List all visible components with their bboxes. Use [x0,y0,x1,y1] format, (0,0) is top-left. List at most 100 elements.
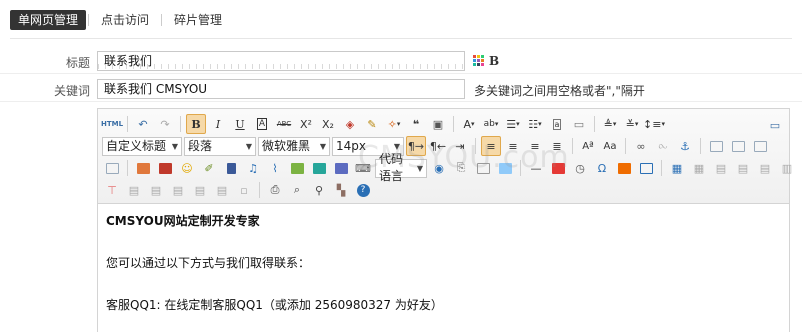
undo-icon[interactable]: ↶ [133,114,153,134]
split-cols-icon[interactable]: ▤ [212,180,232,200]
scrawl-icon[interactable]: ✐ [199,158,219,178]
gmap-icon[interactable] [309,158,329,178]
align-center-icon[interactable]: ≡ [503,136,523,156]
insert-table-icon[interactable]: ▦ [667,158,687,178]
background-color-icon[interactable]: ab ▾ [481,114,501,134]
simple-upload-icon[interactable] [133,158,153,178]
rtl-direction-icon[interactable]: ¶← [428,136,448,156]
template-icon[interactable] [473,158,493,178]
underline-button[interactable]: U [230,114,250,134]
pagebreak-icon[interactable]: ⎘ [451,158,471,178]
custom-title-select[interactable]: 自定义标题 ▼ [102,136,182,156]
superscript-icon[interactable]: X² [296,114,316,134]
font-color-icon[interactable]: A ▾ [459,114,479,134]
search-replace-icon[interactable]: ⚲ [309,180,329,200]
line-height-icon[interactable]: ↕≡ ▾ [643,114,665,134]
webapp-icon[interactable]: ◉ [429,158,449,178]
merge-cells-icon[interactable]: ⊤ [102,180,122,200]
title-input[interactable]: 联系我们 [97,51,465,71]
horizontal-rule-icon[interactable]: — [526,158,546,178]
background-icon[interactable] [495,158,515,178]
ordered-list-icon[interactable]: ☰ ▾ [503,114,523,134]
italic-button[interactable]: I [208,114,228,134]
font-border-icon[interactable]: A [252,114,272,134]
toolbar-row-3: ☺ ✐ ♫ ⌇ ⌨ 代码语言 ▼ ◉ ⎘ — ◷ Ω ▦ ▦ ▤ ▤ ▤ ▥ [102,152,802,183]
toolbar-separator [259,182,260,198]
editor-content[interactable]: CMSYOU网站定制开发专家 您可以通过以下方式与我们取得联系： 客服QQ1: … [98,205,789,322]
strikethrough-button[interactable]: ABC [274,114,294,134]
eraser-icon[interactable]: ◈ [340,114,360,134]
align-right-icon[interactable]: ≡ [525,136,545,156]
row-spacing-top-icon[interactable]: ≜ ▾ [600,114,620,134]
special-chars-icon[interactable]: Ω [592,158,612,178]
time-icon[interactable]: ◷ [570,158,590,178]
subscript-icon[interactable]: X₂ [318,114,338,134]
toolbar-separator [453,116,454,132]
link-icon[interactable]: ∞ [631,136,651,156]
bold-button[interactable]: B [186,114,206,134]
merge-right-icon[interactable]: ▤ [124,180,144,200]
map-icon[interactable] [287,158,307,178]
clear-doc-icon[interactable]: ▭ [569,114,589,134]
attachment-icon[interactable]: ⌇ [265,158,285,178]
lowercase-icon[interactable]: Aa [600,136,620,156]
row-spacing-bottom-icon[interactable]: ≚ ▾ [622,114,642,134]
delete-row-icon[interactable]: ▤ [755,158,775,178]
html-source-button[interactable]: HTML [101,114,123,134]
print-icon[interactable]: ⎙ [265,180,285,200]
insert-row-icon[interactable]: ▤ [733,158,753,178]
fullscreen-icon[interactable]: ▭ [765,115,785,135]
wordimage-icon[interactable] [636,158,656,178]
insert-paragraph-before-table-icon[interactable]: ▤ [711,158,731,178]
insert-code-icon[interactable]: ⌨ [353,158,373,178]
preview-icon[interactable]: ⌕ [287,180,307,200]
anchor-icon[interactable]: ⚓ [675,136,695,156]
emotion-icon[interactable]: ☺ [177,158,197,178]
insert-image-icon[interactable] [155,158,175,178]
music-icon[interactable]: ♫ [243,158,263,178]
insert-video-icon[interactable] [221,158,241,178]
help-icon[interactable]: ? [353,180,373,200]
split-rows-icon[interactable]: ▤ [190,180,210,200]
unlink-icon[interactable]: ⧜ [653,136,673,156]
rich-text-editor: HTML ↶ ↷ B I U A ABC X² X₂ ◈ ✎ ✧ ▾ ❝ ▣ A ▾… [97,108,792,332]
format-brush-icon[interactable]: ✎ [362,114,382,134]
color-picker-icon[interactable] [473,55,485,67]
date-icon[interactable] [548,158,568,178]
align-justify-icon[interactable]: ≣ [547,136,567,156]
snapscreen-icon[interactable] [614,158,634,178]
align-left-icon[interactable]: ≡ [481,136,501,156]
image-right-icon[interactable] [750,136,770,156]
tab-click-visit[interactable]: 点击访问 [91,10,159,30]
insert-col-icon[interactable]: ▥ [777,158,797,178]
header-divider [10,38,792,39]
split-cells-icon[interactable]: ▤ [168,180,188,200]
toolbar-separator [625,138,626,154]
drafts-icon[interactable]: ▚ [331,180,351,200]
auto-format-icon[interactable]: ✧ ▾ [384,114,404,134]
blockquote-icon[interactable]: ❝ [406,114,426,134]
redo-icon[interactable]: ↷ [155,114,175,134]
image-none-icon[interactable] [706,136,726,156]
title-bold-button[interactable]: B [489,54,499,68]
paragraph-select[interactable]: 段落 ▼ [184,136,256,156]
paste-plain-icon[interactable]: ▣ [428,114,448,134]
indent-icon[interactable]: ⇥ [450,136,470,156]
unordered-list-icon[interactable]: ☷ ▾ [525,114,545,134]
image-center-icon[interactable] [102,158,122,178]
content-blank-line [106,274,781,295]
font-family-select[interactable]: 微软雅黑 ▼ [258,136,330,156]
toolbar-separator [475,138,476,154]
tab-single-page-management[interactable]: 单网页管理 [10,10,87,30]
insert-frame-icon[interactable] [331,158,351,178]
chart-icon[interactable]: ▫ [234,180,254,200]
keywords-input[interactable]: 联系我们 CMSYOU [97,79,465,99]
title-ruler [98,64,464,69]
merge-down-icon[interactable]: ▤ [146,180,166,200]
delete-table-icon[interactable]: ▦ [689,158,709,178]
tab-fragment-management[interactable]: 碎片管理 [164,10,232,30]
image-left-icon[interactable] [728,136,748,156]
uppercase-icon[interactable]: Aª [578,136,598,156]
select-all-icon[interactable]: a [547,114,567,134]
code-language-select[interactable]: 代码语言 ▼ [375,152,427,183]
